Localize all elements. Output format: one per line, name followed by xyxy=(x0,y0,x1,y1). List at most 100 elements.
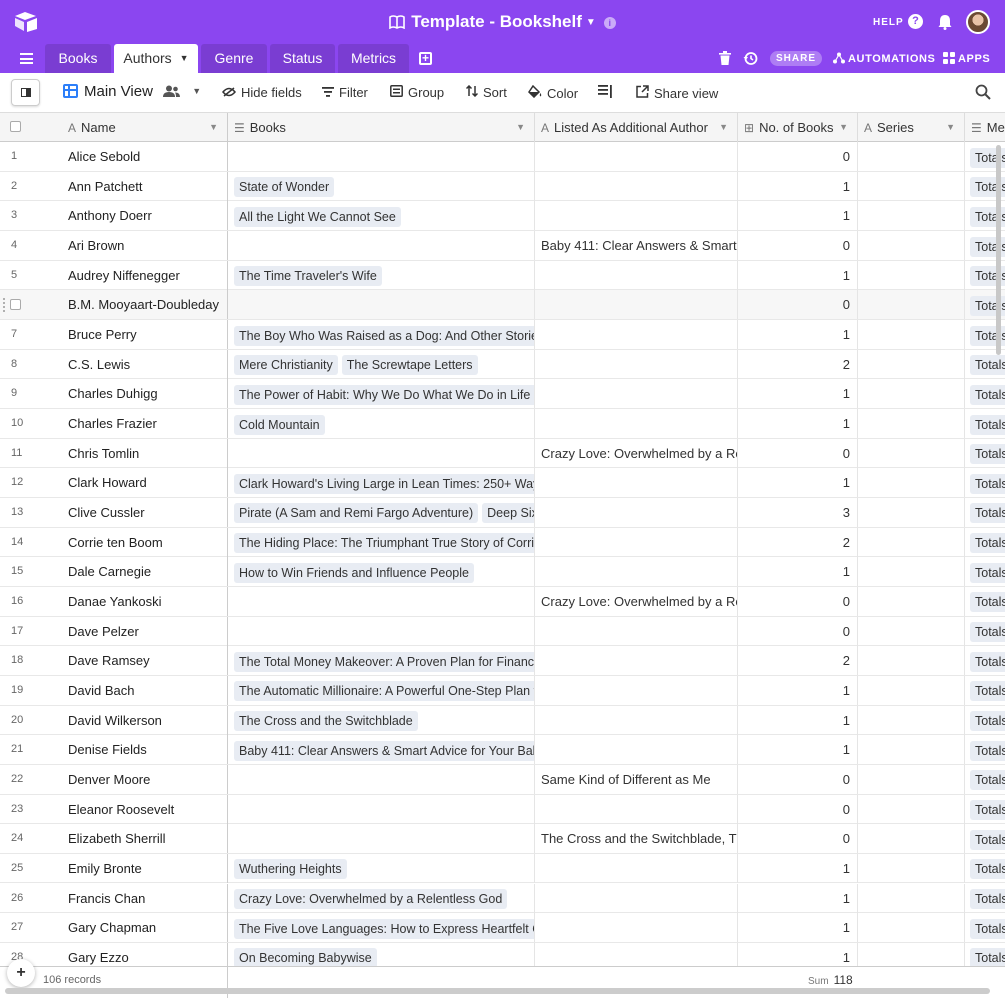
table-row[interactable]: 17 Dave Pelzer 0 Totals xyxy=(0,616,1005,647)
cell-series[interactable] xyxy=(858,497,965,527)
cell-name[interactable]: Dale Carnegie xyxy=(40,557,228,587)
cell-listed-as-additional-author[interactable] xyxy=(535,408,738,438)
cell-listed-as-additional-author[interactable] xyxy=(535,527,738,557)
cell-name[interactable]: David Wilkerson xyxy=(40,705,228,735)
cell-no-of-books[interactable]: 1 xyxy=(738,705,858,735)
cell-listed-as-additional-author[interactable] xyxy=(535,853,738,883)
cell-series[interactable] xyxy=(858,794,965,824)
add-table-icon[interactable]: + xyxy=(419,52,432,65)
linked-record-pill[interactable]: How to Win Friends and Influence People xyxy=(234,562,474,583)
cell-books[interactable] xyxy=(228,438,535,468)
cell-name[interactable]: David Bach xyxy=(40,675,228,705)
cell-metrics[interactable]: Totals xyxy=(965,824,1005,853)
cell-books[interactable]: All the Light We Cannot See xyxy=(228,201,535,231)
cell-listed-as-additional-author[interactable]: Same Kind of Different as Me xyxy=(535,764,738,794)
cell-listed-as-additional-author[interactable]: Baby 411: Clear Answers & Smart ... xyxy=(535,230,738,260)
linked-record-pill[interactable]: Totals xyxy=(970,592,1005,613)
cell-series[interactable] xyxy=(858,230,965,260)
table-row[interactable]: 8 C.S. Lewis Mere Christianity The Screwtap… xyxy=(0,349,1005,380)
cell-no-of-books[interactable]: 2 xyxy=(738,527,858,557)
linked-record-pill[interactable]: Crazy Love: Overwhelmed by a Relentless … xyxy=(234,889,508,910)
cell-series[interactable] xyxy=(858,675,965,705)
cell-listed-as-additional-author[interactable]: Crazy Love: Overwhelmed by a Rel... xyxy=(535,586,738,616)
cell-name[interactable]: B.M. Mooyaart-Doubleday xyxy=(40,290,228,320)
cell-listed-as-additional-author[interactable] xyxy=(535,349,738,379)
cell-metrics[interactable]: Totals xyxy=(965,587,1005,616)
cell-series[interactable] xyxy=(858,260,965,290)
table-row[interactable]: 11 Chris Tomlin Crazy Love: Overwhelmed by… xyxy=(0,438,1005,469)
chevron-down-icon[interactable]: ▼ xyxy=(946,113,955,142)
cell-name[interactable]: Clive Cussler xyxy=(40,497,228,527)
cell-listed-as-additional-author[interactable] xyxy=(535,646,738,676)
row-checkbox[interactable] xyxy=(10,299,21,311)
color-button[interactable]: Color xyxy=(528,85,578,101)
cell-metrics[interactable]: Totals xyxy=(965,528,1005,557)
tab-status[interactable]: Status xyxy=(270,44,335,73)
cell-books[interactable]: The Cross and the Switchblade xyxy=(228,705,535,735)
help-icon[interactable]: ? xyxy=(908,14,923,29)
cell-series[interactable] xyxy=(858,438,965,468)
cell-books[interactable] xyxy=(228,290,535,320)
cell-books[interactable]: The Time Traveler's Wife xyxy=(228,260,535,290)
cell-series[interactable] xyxy=(858,586,965,616)
linked-record-pill[interactable]: All the Light We Cannot See xyxy=(234,206,401,227)
cell-name[interactable]: Audrey Niffenegger xyxy=(40,260,228,290)
linked-record-pill[interactable]: Totals xyxy=(970,800,1005,821)
table-row[interactable]: 13 Clive Cussler Pirate (A Sam and Remi Fa… xyxy=(0,497,1005,528)
cell-series[interactable] xyxy=(858,616,965,646)
linked-record-pill[interactable]: Totals xyxy=(970,770,1005,791)
view-sidebar-toggle-button[interactable] xyxy=(11,79,40,106)
cell-metrics[interactable]: Totals xyxy=(965,379,1005,408)
linked-record-pill[interactable]: On Becoming Babywise xyxy=(234,948,377,966)
table-row[interactable]: 4 Ari Brown Baby 411: Clear Answers & Smar… xyxy=(0,230,1005,261)
cell-books[interactable]: Clark Howard's Living Large in Lean Time… xyxy=(228,468,535,498)
linked-record-pill[interactable]: Totals xyxy=(970,384,1005,405)
cell-metrics[interactable]: Totals xyxy=(965,913,1005,942)
cell-series[interactable] xyxy=(858,142,965,171)
column-header-name[interactable]: A Name ▼ xyxy=(40,113,228,142)
cell-series[interactable] xyxy=(858,290,965,320)
horizontal-scrollbar[interactable] xyxy=(5,988,990,994)
table-row[interactable]: 28 Gary Ezzo On Becoming Babywise 1 Totals xyxy=(0,942,1005,966)
cell-metrics[interactable]: Totals xyxy=(965,439,1005,468)
cell-listed-as-additional-author[interactable] xyxy=(535,468,738,498)
chevron-down-icon[interactable]: ▼ xyxy=(586,17,596,28)
cell-name[interactable]: C.S. Lewis xyxy=(40,349,228,379)
cell-books[interactable] xyxy=(228,824,535,854)
cell-books[interactable]: The Five Love Languages: How to Express … xyxy=(228,913,535,943)
linked-record-pill[interactable]: Totals xyxy=(970,355,1005,376)
cell-no-of-books[interactable]: 1 xyxy=(738,468,858,498)
cell-listed-as-additional-author[interactable] xyxy=(535,616,738,646)
hide-fields-button[interactable]: Hide fields xyxy=(222,85,302,100)
menu-icon[interactable] xyxy=(20,53,33,64)
table-row[interactable]: 5 Audrey Niffenegger The Time Traveler's W… xyxy=(0,260,1005,291)
chevron-down-icon[interactable]: ▼ xyxy=(209,113,218,142)
cell-no-of-books[interactable]: 0 xyxy=(738,764,858,794)
cell-no-of-books[interactable]: 1 xyxy=(738,379,858,409)
cell-books[interactable] xyxy=(228,142,535,171)
cell-listed-as-additional-author[interactable] xyxy=(535,260,738,290)
cell-name[interactable]: Charles Duhigg xyxy=(40,379,228,409)
linked-record-pill[interactable]: Deep Six xyxy=(482,503,534,524)
table-row[interactable]: 12 Clark Howard Clark Howard's Living Larg… xyxy=(0,468,1005,498)
cell-name[interactable]: Clark Howard xyxy=(40,468,228,498)
cell-series[interactable] xyxy=(858,824,965,854)
cell-books[interactable]: Mere Christianity The Screwtape Letters xyxy=(228,349,535,379)
column-header-books[interactable]: ☰ Books ▼ xyxy=(228,113,535,142)
table-row[interactable]: 22 Denver Moore Same Kind of Different as … xyxy=(0,764,1005,795)
cell-metrics[interactable]: Totals xyxy=(965,676,1005,705)
cell-series[interactable] xyxy=(858,557,965,587)
cell-series[interactable] xyxy=(858,942,965,966)
table-row[interactable]: 27 Gary Chapman The Five Love Languages: H… xyxy=(0,913,1005,943)
cell-name[interactable]: Dave Pelzer xyxy=(40,616,228,646)
cell-no-of-books[interactable]: 0 xyxy=(738,794,858,824)
cell-books[interactable]: How to Win Friends and Influence People xyxy=(228,557,535,587)
cell-metrics[interactable]: Totals xyxy=(965,468,1005,497)
cell-series[interactable] xyxy=(858,705,965,735)
cell-no-of-books[interactable]: 1 xyxy=(738,942,858,966)
linked-record-pill[interactable]: Totals xyxy=(970,651,1005,672)
cell-series[interactable] xyxy=(858,883,965,913)
cell-listed-as-additional-author[interactable] xyxy=(535,735,738,765)
column-header-metrics[interactable]: ☰ Me xyxy=(965,113,1005,142)
cell-series[interactable] xyxy=(858,408,965,438)
